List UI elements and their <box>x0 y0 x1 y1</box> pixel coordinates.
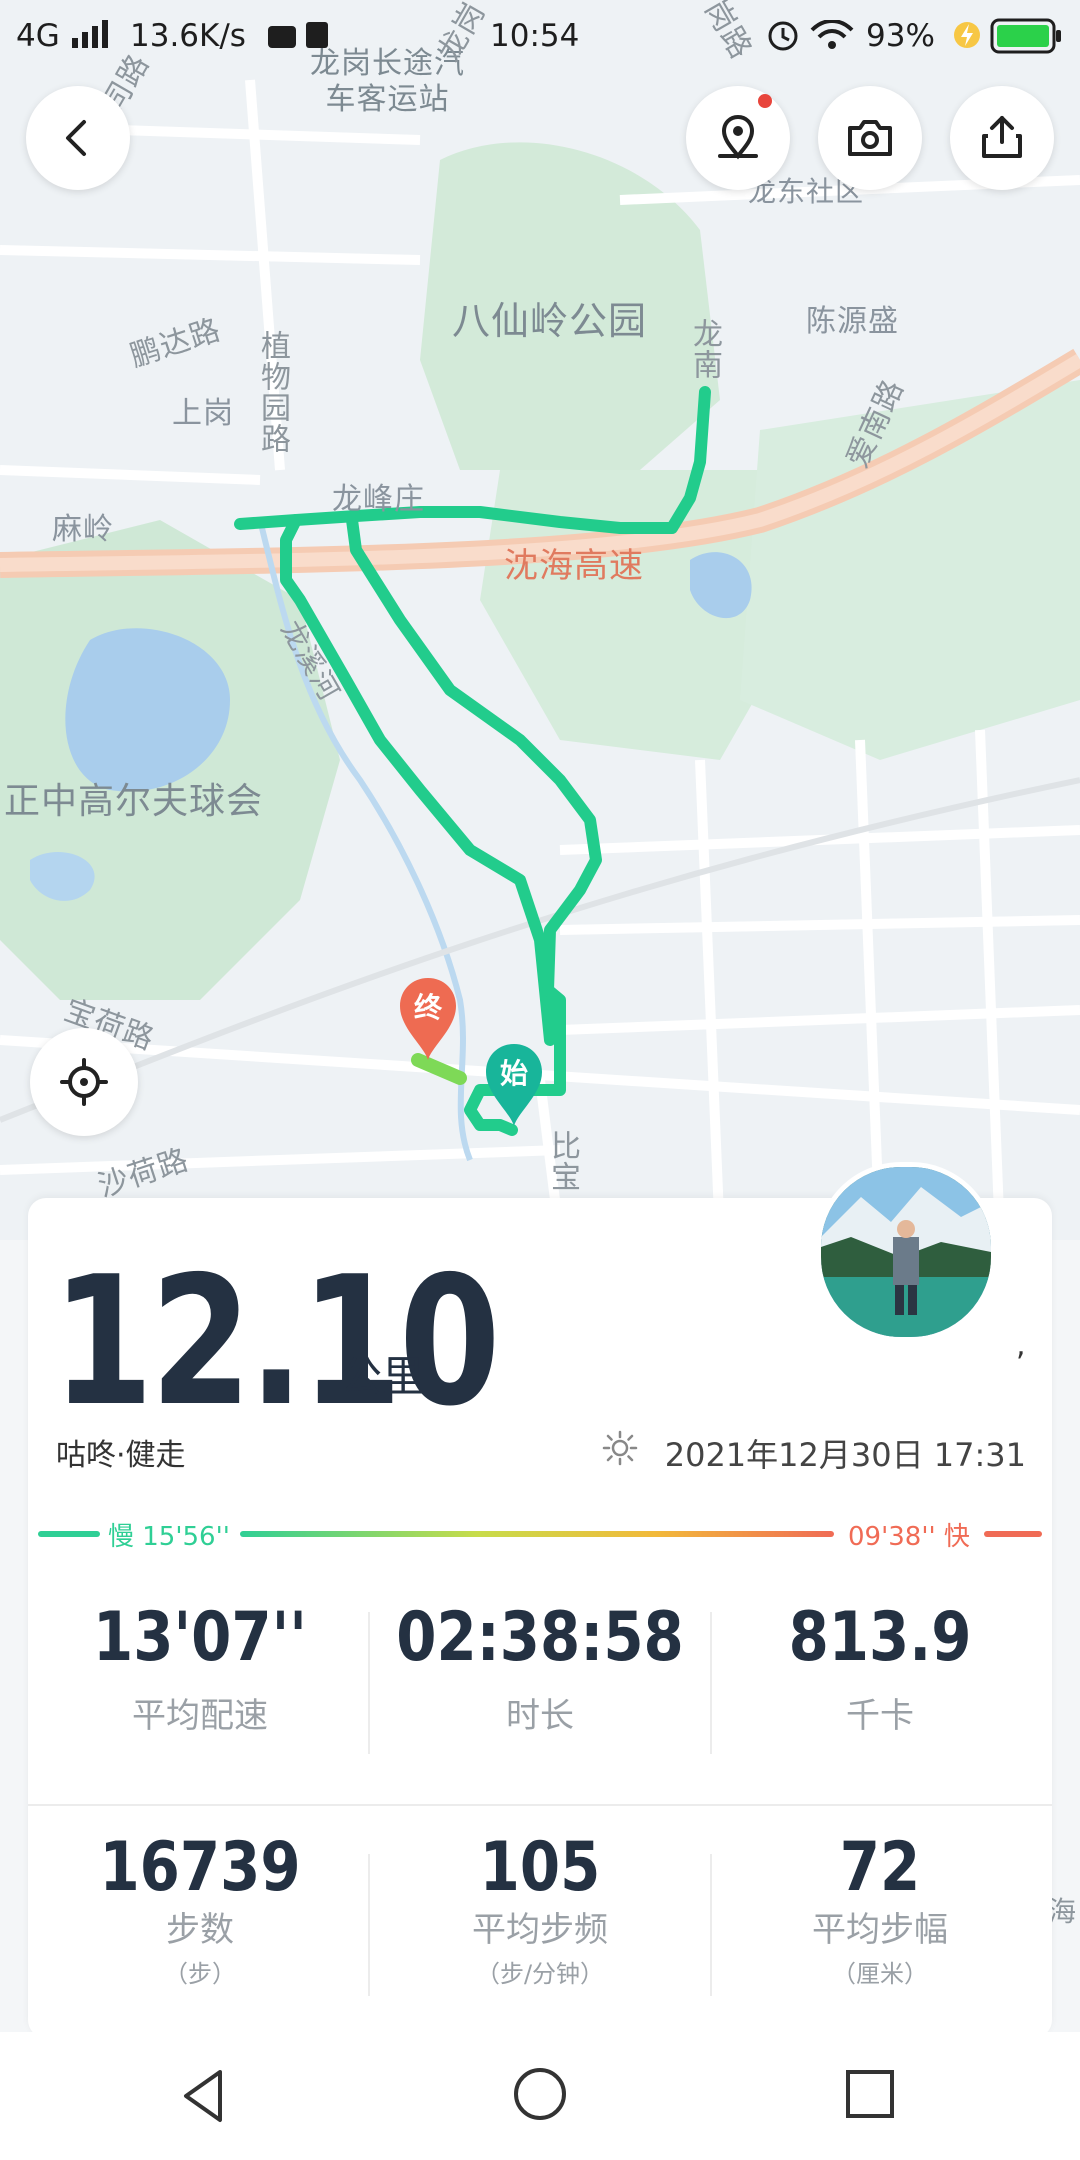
stat-steps-value: 16739 <box>99 1828 301 1907</box>
route-map[interactable]: 龙岗长途汽 车客运站 八仙岭公园 陈源盛 鹏达路 植物园路 上岗 龙峰庄 麻岭 … <box>0 0 1080 1928</box>
camera-icon <box>848 120 892 156</box>
map-label-longnan: 龙南 <box>687 318 722 380</box>
share-button[interactable] <box>950 86 1054 190</box>
map-label-chenyuansheng: 陈源盛 <box>806 304 899 339</box>
stat-stride-value: 72 <box>839 1828 921 1907</box>
network-type: 4G <box>16 18 60 54</box>
stat-calories-value: 813.9 <box>788 1598 972 1677</box>
sun-icon <box>602 1430 638 1466</box>
distance-value: 12.10 <box>52 1238 501 1445</box>
signal-icon <box>72 20 108 48</box>
charging-icon <box>954 22 980 48</box>
stat-cadence-value: 105 <box>479 1828 601 1907</box>
pace-bar-fast-segment <box>984 1531 1042 1537</box>
stat-avg-pace-value: 13'07'' <box>93 1598 307 1677</box>
net-speed: 13.6K/s <box>130 18 246 54</box>
pace-bar-gradient <box>240 1531 834 1537</box>
map-label-longfengzhuang: 龙峰庄 <box>332 482 425 517</box>
pace-slow-label: 慢 15'56'' <box>108 1522 230 1552</box>
stat-cadence-label: 平均步频 <box>472 1910 608 1950</box>
stat-cadence-unit: （步/分钟） <box>475 1960 605 1988</box>
locate-icon <box>60 1058 108 1106</box>
card-comma: , <box>1016 1328 1026 1363</box>
back-icon <box>66 120 86 156</box>
avatar[interactable] <box>816 1162 996 1342</box>
stat-steps-unit: （步） <box>164 1960 236 1988</box>
system-nav-bar <box>0 2032 1080 2160</box>
pace-bar-slow-segment <box>38 1531 100 1537</box>
stat-duration-value: 02:38:58 <box>396 1598 684 1677</box>
location-share-badge <box>758 94 772 108</box>
share-icon <box>982 116 1022 158</box>
stat-duration-label: 时长 <box>506 1696 574 1736</box>
locate-button[interactable] <box>30 1028 138 1136</box>
stat-steps-label: 步数 <box>166 1910 234 1950</box>
nav-back-button[interactable] <box>170 2066 240 2126</box>
stat-stride-unit: （厘米） <box>832 1960 928 1988</box>
stat-divider <box>368 1612 370 1754</box>
map-label-shanggang: 上岗 <box>172 396 234 431</box>
map-label-zhiwuyuan-road: 植物园路 <box>255 330 290 454</box>
location-share-button[interactable] <box>686 86 790 190</box>
wifi-icon <box>810 20 854 49</box>
stat-avg-pace-label: 平均配速 <box>132 1696 268 1736</box>
nav-recents-icon <box>846 2070 894 2118</box>
map-label-baxianling-park: 八仙岭公园 <box>452 299 648 343</box>
start-marker-label: 始 <box>499 1057 528 1090</box>
nav-back-icon <box>184 2070 222 2122</box>
battery-percent: 93% <box>866 18 935 54</box>
end-marker[interactable]: 终 <box>396 976 460 1062</box>
battery-icon <box>990 18 1061 54</box>
nav-home-icon <box>514 2068 566 2120</box>
map-label-right-edge-a: 海 <box>1048 1895 1078 1928</box>
stat-divider <box>710 1612 712 1754</box>
stat-divider <box>368 1854 370 1996</box>
stat-stride-label: 平均步幅 <box>812 1910 948 1950</box>
status-bar: 4G 13.6K/s 10:54 93% <box>0 0 1080 72</box>
location-share-icon <box>718 114 758 160</box>
clock: 10:54 <box>490 18 580 54</box>
nav-home-button[interactable] <box>510 2064 570 2124</box>
nav-recents-button[interactable] <box>842 2066 898 2122</box>
alarm-icon <box>768 21 798 51</box>
back-button[interactable] <box>26 86 130 190</box>
summary-card: 12.10 公里 , 咕咚·健走 2021年12月30日 17:31 慢 15'… <box>28 1162 1052 2038</box>
end-marker-label: 终 <box>413 991 442 1024</box>
map-label-zhengzhong-golf: 正中高尔夫球会 <box>4 781 264 822</box>
distance-unit: 公里 <box>340 1352 425 1401</box>
activity-type: 咕咚·健走 <box>56 1438 186 1473</box>
stat-row-divider <box>28 1804 1052 1806</box>
start-marker[interactable]: 始 <box>482 1042 546 1128</box>
notification-icons <box>268 22 328 48</box>
avatar-photo <box>821 1167 991 1337</box>
map-label-bibao: 比宝 <box>545 1130 580 1192</box>
pace-fast-label: 09'38'' 快 <box>848 1522 970 1552</box>
activity-datetime: 2021年12月30日 17:31 <box>664 1436 1026 1474</box>
map-label-shenhai-highway: 沈海高速 <box>504 546 644 586</box>
stat-calories-label: 千卡 <box>846 1696 914 1736</box>
stat-divider <box>710 1854 712 1996</box>
map-label-maling: 麻岭 <box>52 512 114 547</box>
camera-button[interactable] <box>818 86 922 190</box>
